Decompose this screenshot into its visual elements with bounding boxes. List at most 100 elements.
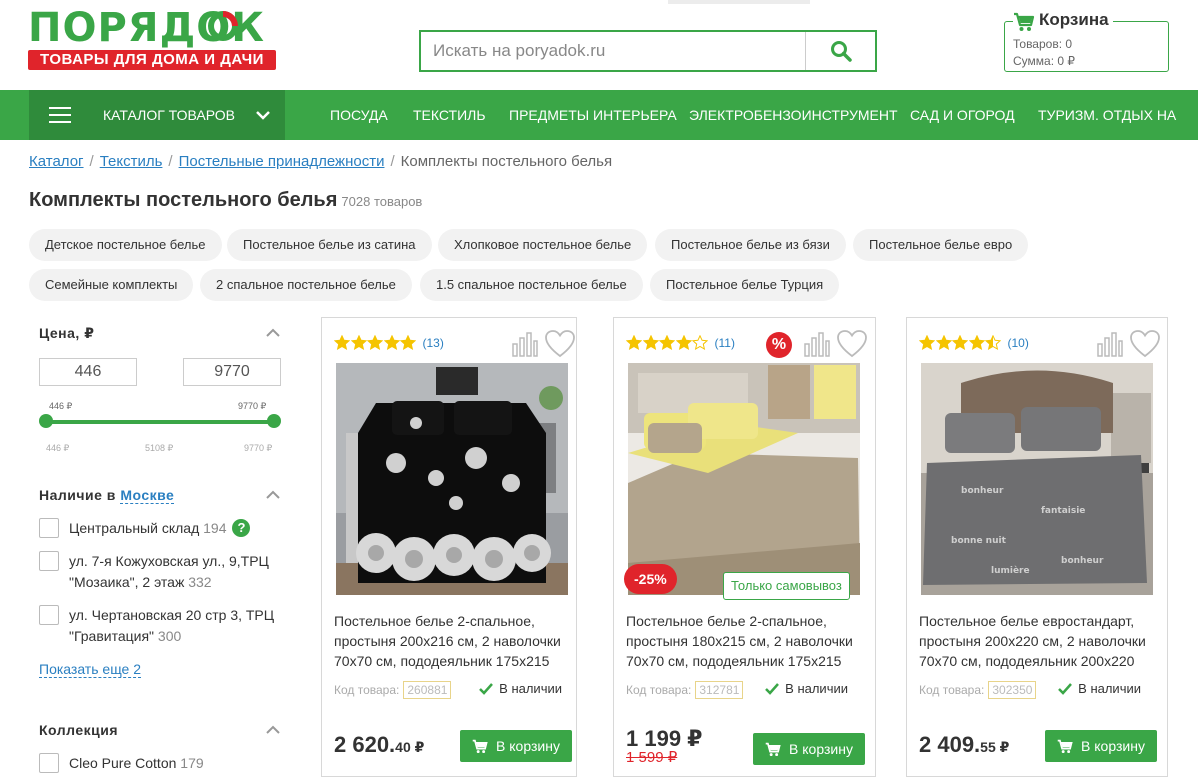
search-button[interactable] — [805, 32, 875, 70]
cart-icon — [1013, 12, 1035, 32]
check-icon — [1058, 683, 1073, 695]
checkbox[interactable] — [39, 518, 59, 538]
chip-calico-bedding[interactable]: Постельное белье из бязи — [655, 229, 846, 261]
chevron-up-icon[interactable] — [266, 328, 280, 338]
nav-item-textile[interactable]: ТЕКСТИЛЬ — [413, 107, 486, 123]
product-image[interactable] — [628, 363, 860, 595]
star-full-icon — [400, 335, 416, 350]
product-count: 7028 товаров — [341, 194, 423, 209]
page-title-text: Комплекты постельного белья — [29, 189, 338, 211]
heart-icon[interactable] — [836, 329, 868, 359]
heart-icon[interactable] — [1129, 329, 1161, 359]
nav-item-dishes[interactable]: ПОСУДА — [330, 107, 388, 123]
product-image[interactable]: bonheur fantaisie bonne nuit bonheur lumière — [921, 363, 1153, 595]
site-logo[interactable]: ПОРЯДОК ТОВАРЫ ДЛЯ ДОМА И ДАЧИ — [28, 6, 278, 70]
rating-star-group — [626, 335, 709, 350]
check-icon — [765, 683, 780, 695]
option-count: 332 — [188, 574, 212, 590]
product-code-row: Код товара: 260881 В наличии — [334, 681, 570, 699]
product-code: 302350 — [988, 681, 1037, 699]
product-card[interactable]: (13) Постельное белье 2-спальное, просты… — [321, 317, 577, 777]
rating-stars: (13) — [334, 335, 444, 350]
add-to-cart-button[interactable]: В корзину — [1045, 730, 1157, 762]
review-count-link[interactable]: (13) — [423, 336, 444, 350]
option-count: 300 — [157, 628, 182, 644]
price-slider-handle-min[interactable] — [39, 414, 53, 428]
rating-stars: (10) — [919, 335, 1029, 350]
price-slider-handle-max[interactable] — [267, 414, 281, 428]
compare-icon[interactable] — [1095, 330, 1123, 358]
add-to-cart-button[interactable]: В корзину — [753, 733, 865, 765]
chevron-up-icon[interactable] — [266, 725, 280, 735]
nav-item-tourism[interactable]: ТУРИЗМ. ОТДЫХ НА — [1038, 107, 1176, 123]
chip-satin-bedding[interactable]: Постельное белье из сатина — [227, 229, 432, 261]
rating-star-group — [334, 335, 417, 350]
chip-one-and-half-bedding[interactable]: 1.5 спальное постельное белье — [420, 269, 643, 301]
breadcrumb-link-bedding[interactable]: Постельные принадлежности — [179, 153, 385, 170]
star-full-icon — [952, 335, 968, 350]
slider-min-label: 446 ₽ — [49, 401, 73, 411]
discount-badge: -25% — [624, 564, 677, 594]
star-full-icon — [350, 335, 367, 350]
svg-text:bonheur: bonheur — [961, 486, 1004, 496]
nav-item-interior[interactable]: ПРЕДМЕТЫ ИНТЕРЬЕРА — [509, 107, 677, 123]
availability-text: В наличии — [1078, 681, 1141, 696]
chip-double-bedding[interactable]: 2 спальное постельное белье — [200, 269, 412, 301]
nav-item-power-tools[interactable]: ЭЛЕКТРОБЕНЗОИНСТРУМЕНТ — [689, 107, 898, 123]
logo-tagline: ТОВАРЫ ДЛЯ ДОМА И ДАЧИ — [28, 50, 276, 70]
catalog-menu-button[interactable]: КАТАЛОГ ТОВАРОВ — [29, 90, 285, 140]
rating-stars: (11) — [626, 335, 735, 350]
compare-icon[interactable] — [510, 330, 538, 358]
chip-cotton-bedding[interactable]: Хлопковое постельное белье — [438, 229, 648, 261]
show-more-link[interactable]: Показать еще 2 — [39, 661, 142, 678]
breadcrumb-link-catalog[interactable]: Каталог — [29, 153, 84, 170]
svg-text:bonheur: bonheur — [1061, 556, 1104, 566]
product-code-label: Код товара: — [334, 683, 400, 697]
review-count-link[interactable]: (11) — [715, 336, 735, 350]
catalog-label: КАТАЛОГ ТОВАРОВ — [103, 107, 235, 123]
sale-percent-icon: % — [766, 332, 792, 358]
product-card[interactable]: (11) % -25% Только самовывоз Постельное … — [613, 317, 876, 777]
chip-family-sets[interactable]: Семейные комплекты — [29, 269, 194, 301]
price-max-input[interactable]: 9770 — [183, 358, 281, 386]
product-name[interactable]: Постельное белье 2-спальное, простыня 18… — [626, 611, 862, 671]
star-full-icon — [675, 335, 692, 350]
add-to-cart-button[interactable]: В корзину — [460, 730, 572, 762]
logo-ring-icon — [208, 11, 238, 41]
product-card[interactable]: (10) bonheur fantaisie bonne nuit bonheur lu… — [906, 317, 1168, 777]
nav-item-garden[interactable]: САД И ОГОРОД — [910, 107, 1015, 123]
breadcrumb-separator: / — [168, 153, 173, 170]
pickup-only-badge: Только самовывоз — [723, 572, 850, 600]
heart-icon[interactable] — [544, 329, 576, 359]
breadcrumb-separator: / — [390, 153, 395, 170]
option-label: ул. 7-я Кожуховская ул., 9,ТРЦ "Мозаика"… — [69, 553, 269, 590]
product-code-label: Код товара: — [919, 683, 985, 697]
product-name[interactable]: Постельное белье 2-спальное, простыня 20… — [334, 611, 570, 671]
review-count-link[interactable]: (10) — [1008, 336, 1029, 350]
breadcrumb-link-textile[interactable]: Текстиль — [100, 153, 163, 170]
checkbox[interactable] — [39, 605, 59, 625]
svg-text:bonne nuit: bonne nuit — [951, 536, 1007, 546]
star-full-icon — [919, 335, 935, 350]
price-filter-title: Цена, ₽ — [39, 325, 95, 341]
chevron-up-icon[interactable] — [266, 490, 280, 500]
availability-option-text: ул. 7-я Кожуховская ул., 9,ТРЦ "Мозаика"… — [69, 551, 299, 593]
product-price: 2 620.40 ₽ — [334, 732, 424, 758]
chip-euro-bedding[interactable]: Постельное белье евро — [853, 229, 1029, 261]
compare-icon[interactable] — [802, 330, 830, 358]
option-count: 179 — [180, 755, 204, 771]
chip-turkey-bedding[interactable]: Постельное белье Турция — [650, 269, 840, 301]
product-image[interactable] — [336, 363, 568, 595]
product-name[interactable]: Постельное белье евростандарт, простыня … — [919, 611, 1155, 671]
checkbox[interactable] — [39, 753, 59, 773]
checkbox[interactable] — [39, 551, 59, 571]
help-icon[interactable]: ? — [232, 519, 251, 537]
search-input[interactable] — [421, 32, 807, 70]
product-code: 312781 — [695, 681, 744, 699]
city-selector[interactable]: Москве — [120, 487, 175, 504]
cart-widget[interactable]: Корзина Товаров: 0 Сумма: 0 ₽ — [1004, 10, 1169, 72]
price-slider-track[interactable] — [46, 420, 274, 424]
chip-kids-bedding[interactable]: Детское постельное белье — [29, 229, 222, 261]
price-min-input[interactable]: 446 — [39, 358, 137, 386]
product-code-row: Код товара: 312781 В наличии — [626, 681, 862, 699]
